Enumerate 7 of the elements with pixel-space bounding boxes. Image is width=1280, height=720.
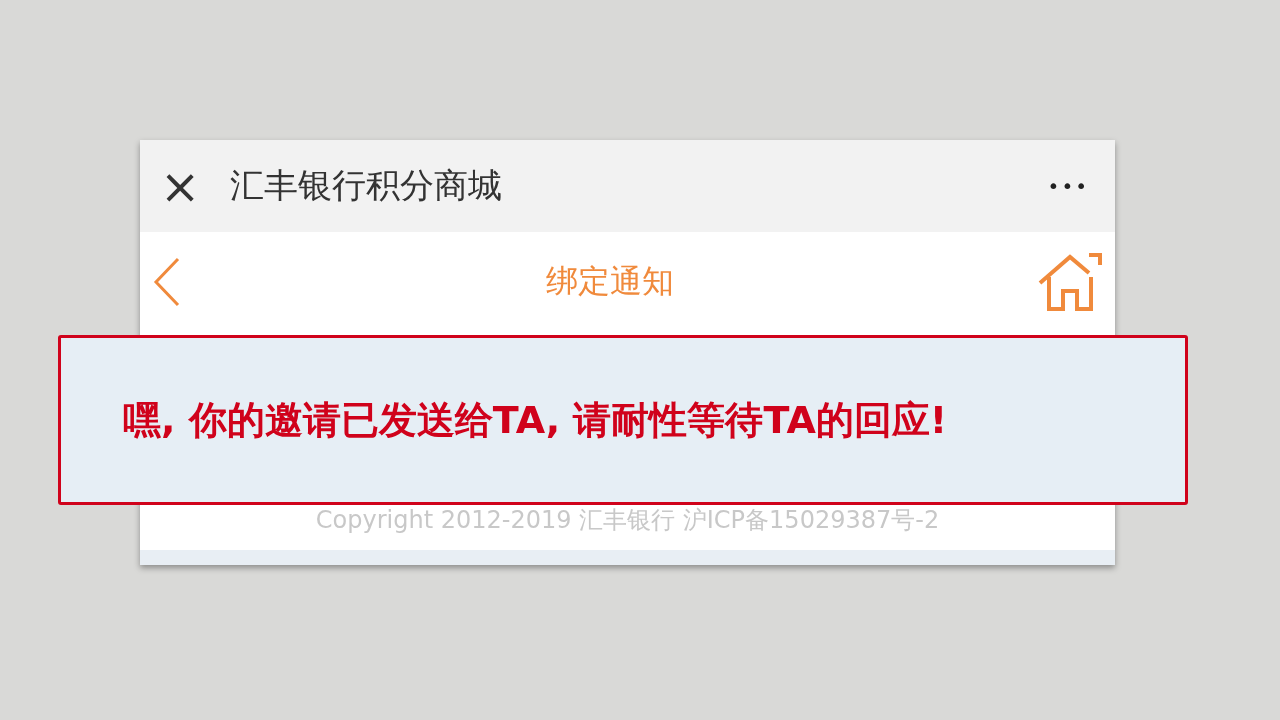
page-title: 绑定通知 [545,261,674,302]
close-button[interactable]: × [160,162,201,210]
more-button[interactable]: ••• [1041,173,1095,199]
callout-text: 嘿, 你的邀请已发送给TA, 请耐性等待TA的回应! [123,396,948,444]
home-icon[interactable] [1037,251,1103,313]
back-icon[interactable] [152,256,182,308]
window-title: 汇丰银行积分商城 [230,164,504,207]
